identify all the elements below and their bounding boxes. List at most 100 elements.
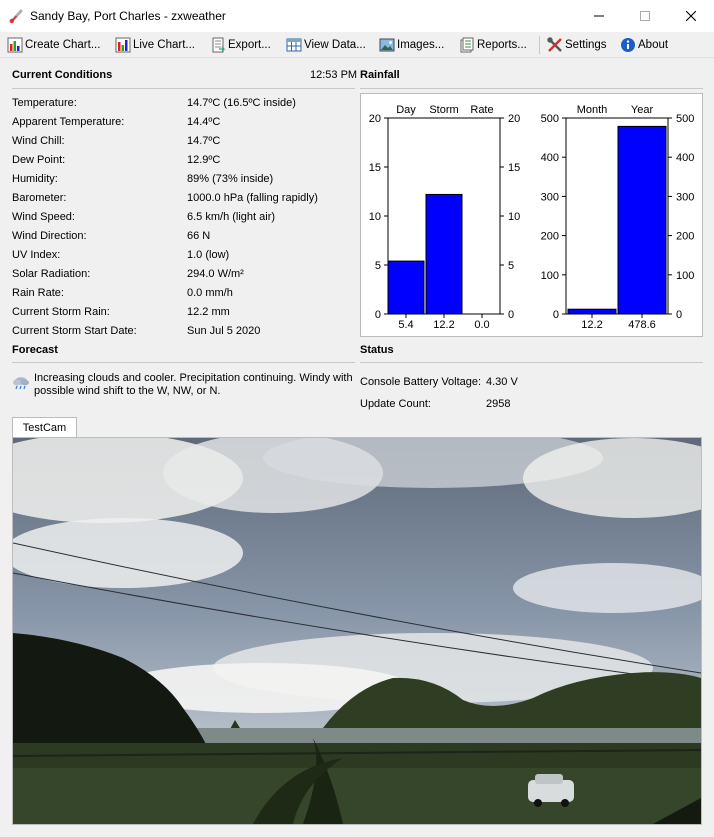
apparent-temperature-value: 14.4ºC (187, 116, 221, 128)
y-tick-label-left: 100 (541, 270, 559, 282)
rainfall-chart-panel: 0 0 5 5 10 10 15 15 20 20 Day Storm Rate 5.4 12.2 0.0 0 0… (360, 93, 703, 337)
reports-button[interactable]: Reports... (459, 35, 527, 55)
category-label: Storm (429, 104, 458, 116)
current-storm-start-date-label: Current Storm Start Date: (12, 325, 137, 337)
wind-direction-label: Wind Direction: (12, 230, 87, 242)
y-tick-label-left: 500 (541, 113, 559, 125)
forecast-heading: Forecast (12, 344, 58, 356)
y-tick-label-left: 20 (369, 113, 381, 125)
reports-label: Reports... (477, 39, 527, 51)
rain-cloud-icon (13, 377, 29, 390)
current-conditions-heading: Current Conditions (12, 69, 113, 81)
y-tick-label-right: 0 (508, 309, 514, 321)
current-storm-rain-label: Current Storm Rain: (12, 306, 110, 318)
bar-value-label: 5.4 (398, 319, 413, 331)
current-time: 12:53 PM (310, 69, 358, 81)
close-button[interactable] (668, 0, 714, 32)
data-table-icon (286, 38, 302, 52)
solar-radiation-value: 294.0 W/m² (187, 268, 244, 280)
y-tick-label-right: 300 (676, 191, 694, 203)
y-tick-label-right: 20 (508, 113, 520, 125)
y-tick-label-left: 15 (369, 162, 381, 174)
wind-speed-value: 6.5 km/h (light air) (187, 211, 276, 223)
tools-icon (547, 37, 562, 52)
category-label: Day (396, 104, 416, 116)
bar-value-label: 12.2 (581, 319, 602, 331)
update-count-value: 2958 (486, 398, 511, 410)
settings-button[interactable]: Settings (547, 35, 607, 55)
maximize-icon (640, 11, 650, 21)
images-label: Images... (397, 39, 445, 51)
close-icon (686, 11, 696, 21)
temperature-value: 14.7ºC (16.5ºC inside) (187, 97, 296, 109)
wind-chill-label: Wind Chill: (12, 135, 65, 147)
status-divider (360, 362, 703, 363)
about-label: About (638, 39, 669, 51)
live-chart-button[interactable]: Live Chart... (115, 35, 195, 55)
dew-point-label: Dew Point: (12, 154, 66, 166)
minimize-button[interactable] (576, 0, 622, 32)
y-tick-label-left: 400 (541, 152, 559, 164)
bar-value-label: 12.2 (433, 319, 454, 331)
temperature-label: Temperature: (12, 97, 77, 109)
category-label: Year (631, 104, 654, 116)
live-chart-icon (115, 37, 131, 53)
toolbar: Create Chart... Live Chart... Export... … (0, 32, 714, 58)
window-title: Sandy Bay, Port Charles - zxweather (30, 9, 226, 23)
y-tick-label-left: 200 (541, 231, 559, 243)
forecast-text: Increasing clouds and cooler. Precipitat… (34, 372, 353, 397)
y-tick-label-left: 300 (541, 191, 559, 203)
y-tick-label-right: 0 (676, 309, 682, 321)
category-label: Rate (470, 104, 493, 116)
live-chart-label: Live Chart... (133, 39, 195, 51)
forecast-divider (12, 362, 355, 363)
toolbar-separator (539, 36, 540, 54)
rainfall-bar (425, 193, 463, 315)
uv-index-label: UV Index: (12, 249, 61, 261)
y-tick-label-left: 0 (375, 309, 381, 321)
wind-speed-label: Wind Speed: (12, 211, 75, 223)
bar-value-label: 478.6 (628, 319, 656, 331)
about-button[interactable]: About (620, 35, 668, 55)
tab-testcam[interactable]: TestCam (12, 417, 77, 438)
report-icon (460, 37, 474, 53)
camera-image (12, 437, 702, 825)
view-data-button[interactable]: View Data... (286, 35, 366, 55)
solar-radiation-label: Solar Radiation: (12, 268, 91, 280)
apparent-temperature-label: Apparent Temperature: (12, 116, 125, 128)
rain-rate-value: 0.0 mm/h (187, 287, 233, 299)
title-bar: Sandy Bay, Port Charles - zxweather (0, 0, 714, 32)
barometer-value: 1000.0 hPa (falling rapidly) (187, 192, 318, 204)
rainfall-bar (617, 125, 667, 315)
update-count-label: Update Count: (360, 398, 431, 410)
uv-index-value: 1.0 (low) (187, 249, 230, 261)
dew-point-value: 12.9ºC (187, 154, 221, 166)
rainfall-charts: 0 0 5 5 10 10 15 15 20 20 Day Storm Rate 5.4 12.2 0.0 0 0… (369, 104, 695, 331)
current-conditions-divider (12, 88, 355, 89)
view-data-label: View Data... (304, 39, 366, 51)
y-tick-label-right: 500 (676, 113, 694, 125)
y-tick-label-right: 200 (676, 231, 694, 243)
export-document-icon (212, 37, 226, 53)
humidity-value: 89% (73% inside) (187, 173, 274, 185)
barometer-label: Barometer: (12, 192, 67, 204)
status-heading: Status (360, 344, 394, 356)
export-button[interactable]: Export... (210, 35, 271, 55)
battery-voltage-value: 4.30 V (486, 376, 518, 388)
y-tick-label-right: 400 (676, 152, 694, 164)
maximize-button[interactable] (622, 0, 668, 32)
create-chart-button[interactable]: Create Chart... (7, 35, 100, 55)
picture-icon (379, 38, 395, 52)
info-icon (621, 38, 635, 52)
category-label: Month (577, 104, 608, 116)
images-button[interactable]: Images... (379, 35, 444, 55)
bar-chart-icon (7, 37, 23, 53)
battery-voltage-label: Console Battery Voltage: (360, 376, 482, 388)
create-chart-label: Create Chart... (25, 39, 101, 51)
minimize-icon (594, 15, 604, 17)
thermometer-icon (9, 9, 23, 24)
y-tick-label-left: 0 (553, 309, 559, 321)
current-storm-start-date-value: Sun Jul 5 2020 (187, 325, 261, 337)
wind-direction-value: 66 N (187, 230, 211, 242)
y-tick-label-right: 10 (508, 211, 520, 223)
